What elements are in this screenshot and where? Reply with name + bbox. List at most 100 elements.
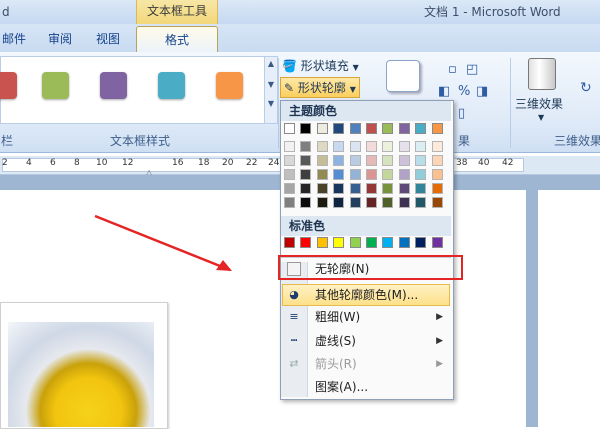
theme-color-shade-swatch[interactable] xyxy=(316,169,328,180)
theme-color-shade-swatch[interactable] xyxy=(398,155,410,166)
style-swatch-red[interactable] xyxy=(0,72,17,99)
theme-color-shade-swatch[interactable] xyxy=(300,141,312,152)
theme-color-shade-swatch[interactable] xyxy=(366,183,377,194)
theme-color-shade-swatch[interactable] xyxy=(366,197,377,208)
theme-color-shade-swatch[interactable] xyxy=(284,197,295,208)
standard-color-swatch[interactable] xyxy=(415,237,427,248)
gallery-more-icon[interactable]: ▼ xyxy=(265,99,277,108)
standard-color-swatch[interactable] xyxy=(382,237,394,248)
theme-color-shade-swatch[interactable] xyxy=(316,197,328,208)
theme-color-shade-swatch[interactable] xyxy=(349,197,361,208)
theme-color-shade-swatch[interactable] xyxy=(284,141,295,152)
theme-color-swatch[interactable] xyxy=(300,123,312,134)
shape-fill-button[interactable]: 🪣 形状填充 ▼ xyxy=(282,57,359,74)
theme-color-shade-swatch[interactable] xyxy=(382,183,394,194)
menu-item-pattern[interactable]: 图案(A)... xyxy=(281,376,451,398)
theme-color-shade-swatch[interactable] xyxy=(415,169,427,180)
theme-color-swatch[interactable] xyxy=(333,123,345,134)
theme-color-shade-swatch[interactable] xyxy=(431,169,443,180)
theme-color-shade-swatch[interactable] xyxy=(300,183,312,194)
theme-color-swatch[interactable] xyxy=(349,123,361,134)
standard-color-swatch[interactable] xyxy=(366,237,377,248)
shadow-toggle-icon[interactable]: ◰ xyxy=(466,60,478,80)
theme-color-shade-swatch[interactable] xyxy=(300,169,312,180)
nudge-down-icon[interactable]: ▯ xyxy=(458,104,465,124)
theme-color-shade-swatch[interactable] xyxy=(284,169,295,180)
theme-color-shade-swatch[interactable] xyxy=(382,155,394,166)
tab-format[interactable]: 格式 xyxy=(136,26,218,54)
theme-color-swatch[interactable] xyxy=(415,123,427,134)
standard-color-swatch[interactable] xyxy=(431,237,443,248)
scroll-up-icon[interactable]: ▲ xyxy=(265,59,277,68)
document-page-next[interactable] xyxy=(538,190,600,427)
theme-color-shade-swatch[interactable] xyxy=(382,197,394,208)
standard-color-swatch[interactable] xyxy=(398,237,410,248)
theme-color-swatch[interactable] xyxy=(284,123,295,134)
theme-color-shade-swatch[interactable] xyxy=(284,155,295,166)
theme-color-shade-swatch[interactable] xyxy=(349,169,361,180)
standard-color-swatch[interactable] xyxy=(316,237,328,248)
shadow-effects-icon[interactable] xyxy=(386,60,420,92)
theme-color-shade-swatch[interactable] xyxy=(349,155,361,166)
nudge-left-icon[interactable]: ◧ xyxy=(438,82,450,102)
theme-color-shade-swatch[interactable] xyxy=(316,155,328,166)
theme-color-shade-swatch[interactable] xyxy=(398,197,410,208)
theme-color-shade-swatch[interactable] xyxy=(333,169,345,180)
theme-color-swatch[interactable] xyxy=(316,123,328,134)
theme-color-shade-swatch[interactable] xyxy=(431,155,443,166)
theme-color-shade-swatch[interactable] xyxy=(349,183,361,194)
theme-color-swatch[interactable] xyxy=(382,123,394,134)
theme-color-swatch[interactable] xyxy=(366,123,377,134)
style-swatch-green[interactable] xyxy=(42,72,69,99)
theme-color-shade-swatch[interactable] xyxy=(398,183,410,194)
theme-color-shade-swatch[interactable] xyxy=(398,141,410,152)
theme-color-shade-swatch[interactable] xyxy=(415,183,427,194)
theme-color-shade-swatch[interactable] xyxy=(300,197,312,208)
theme-color-shade-swatch[interactable] xyxy=(333,183,345,194)
theme-color-shade-swatch[interactable] xyxy=(333,141,345,152)
theme-color-shade-swatch[interactable] xyxy=(382,169,394,180)
tab-view[interactable]: 视图 xyxy=(96,28,120,50)
theme-color-shade-swatch[interactable] xyxy=(382,141,394,152)
cube-3d-icon[interactable] xyxy=(528,58,556,90)
theme-color-swatch[interactable] xyxy=(398,123,410,134)
theme-color-shade-swatch[interactable] xyxy=(431,197,443,208)
theme-color-shade-swatch[interactable] xyxy=(300,155,312,166)
scroll-down-icon[interactable]: ▼ xyxy=(265,80,277,89)
menu-item-dashes[interactable]: ┅ 虚线(S) ▶ xyxy=(281,330,451,352)
theme-color-shade-swatch[interactable] xyxy=(333,197,345,208)
menu-item-more-outline-colors[interactable]: ◕ 其他轮廓颜色(M)... xyxy=(281,284,451,306)
theme-color-shade-swatch[interactable] xyxy=(415,141,427,152)
theme-color-shade-swatch[interactable] xyxy=(431,183,443,194)
theme-color-shade-swatch[interactable] xyxy=(366,169,377,180)
theme-color-shade-swatch[interactable] xyxy=(349,141,361,152)
standard-color-swatch[interactable] xyxy=(333,237,345,248)
theme-color-shade-swatch[interactable] xyxy=(366,141,377,152)
standard-color-swatch[interactable] xyxy=(349,237,361,248)
nudge-center-icon[interactable]: % xyxy=(458,82,470,102)
tab-review[interactable]: 审阅 xyxy=(48,28,72,50)
theme-color-shade-swatch[interactable] xyxy=(431,141,443,152)
shape-outline-button[interactable]: ✎ 形状轮廓 ▼ xyxy=(280,77,360,98)
theme-color-shade-swatch[interactable] xyxy=(415,155,427,166)
theme-color-shade-swatch[interactable] xyxy=(366,155,377,166)
style-swatch-orange[interactable] xyxy=(216,72,243,99)
theme-color-swatch[interactable] xyxy=(431,123,443,134)
nudge-right-icon[interactable]: ◨ xyxy=(476,82,488,102)
standard-color-swatch[interactable] xyxy=(284,237,295,248)
theme-color-shade-swatch[interactable] xyxy=(333,155,345,166)
theme-color-shade-swatch[interactable] xyxy=(415,197,427,208)
theme-color-shade-swatch[interactable] xyxy=(316,183,328,194)
gallery-scroll[interactable]: ▲ ▼ ▼ xyxy=(264,56,278,124)
style-swatch-purple[interactable] xyxy=(100,72,127,99)
theme-color-shade-swatch[interactable] xyxy=(284,183,295,194)
menu-item-weight[interactable]: ≡ 粗细(W) ▶ xyxy=(281,306,451,328)
style-swatch-cyan[interactable] xyxy=(158,72,185,99)
three-d-effects-button[interactable]: 三维效果 xyxy=(515,95,563,112)
flower-image[interactable] xyxy=(8,322,154,427)
tab-mailings[interactable]: 邮件 xyxy=(2,28,26,50)
standard-color-swatch[interactable] xyxy=(300,237,312,248)
rotate-icon[interactable]: ↻ xyxy=(580,80,592,96)
theme-color-shade-swatch[interactable] xyxy=(398,169,410,180)
theme-color-shade-swatch[interactable] xyxy=(316,141,328,152)
